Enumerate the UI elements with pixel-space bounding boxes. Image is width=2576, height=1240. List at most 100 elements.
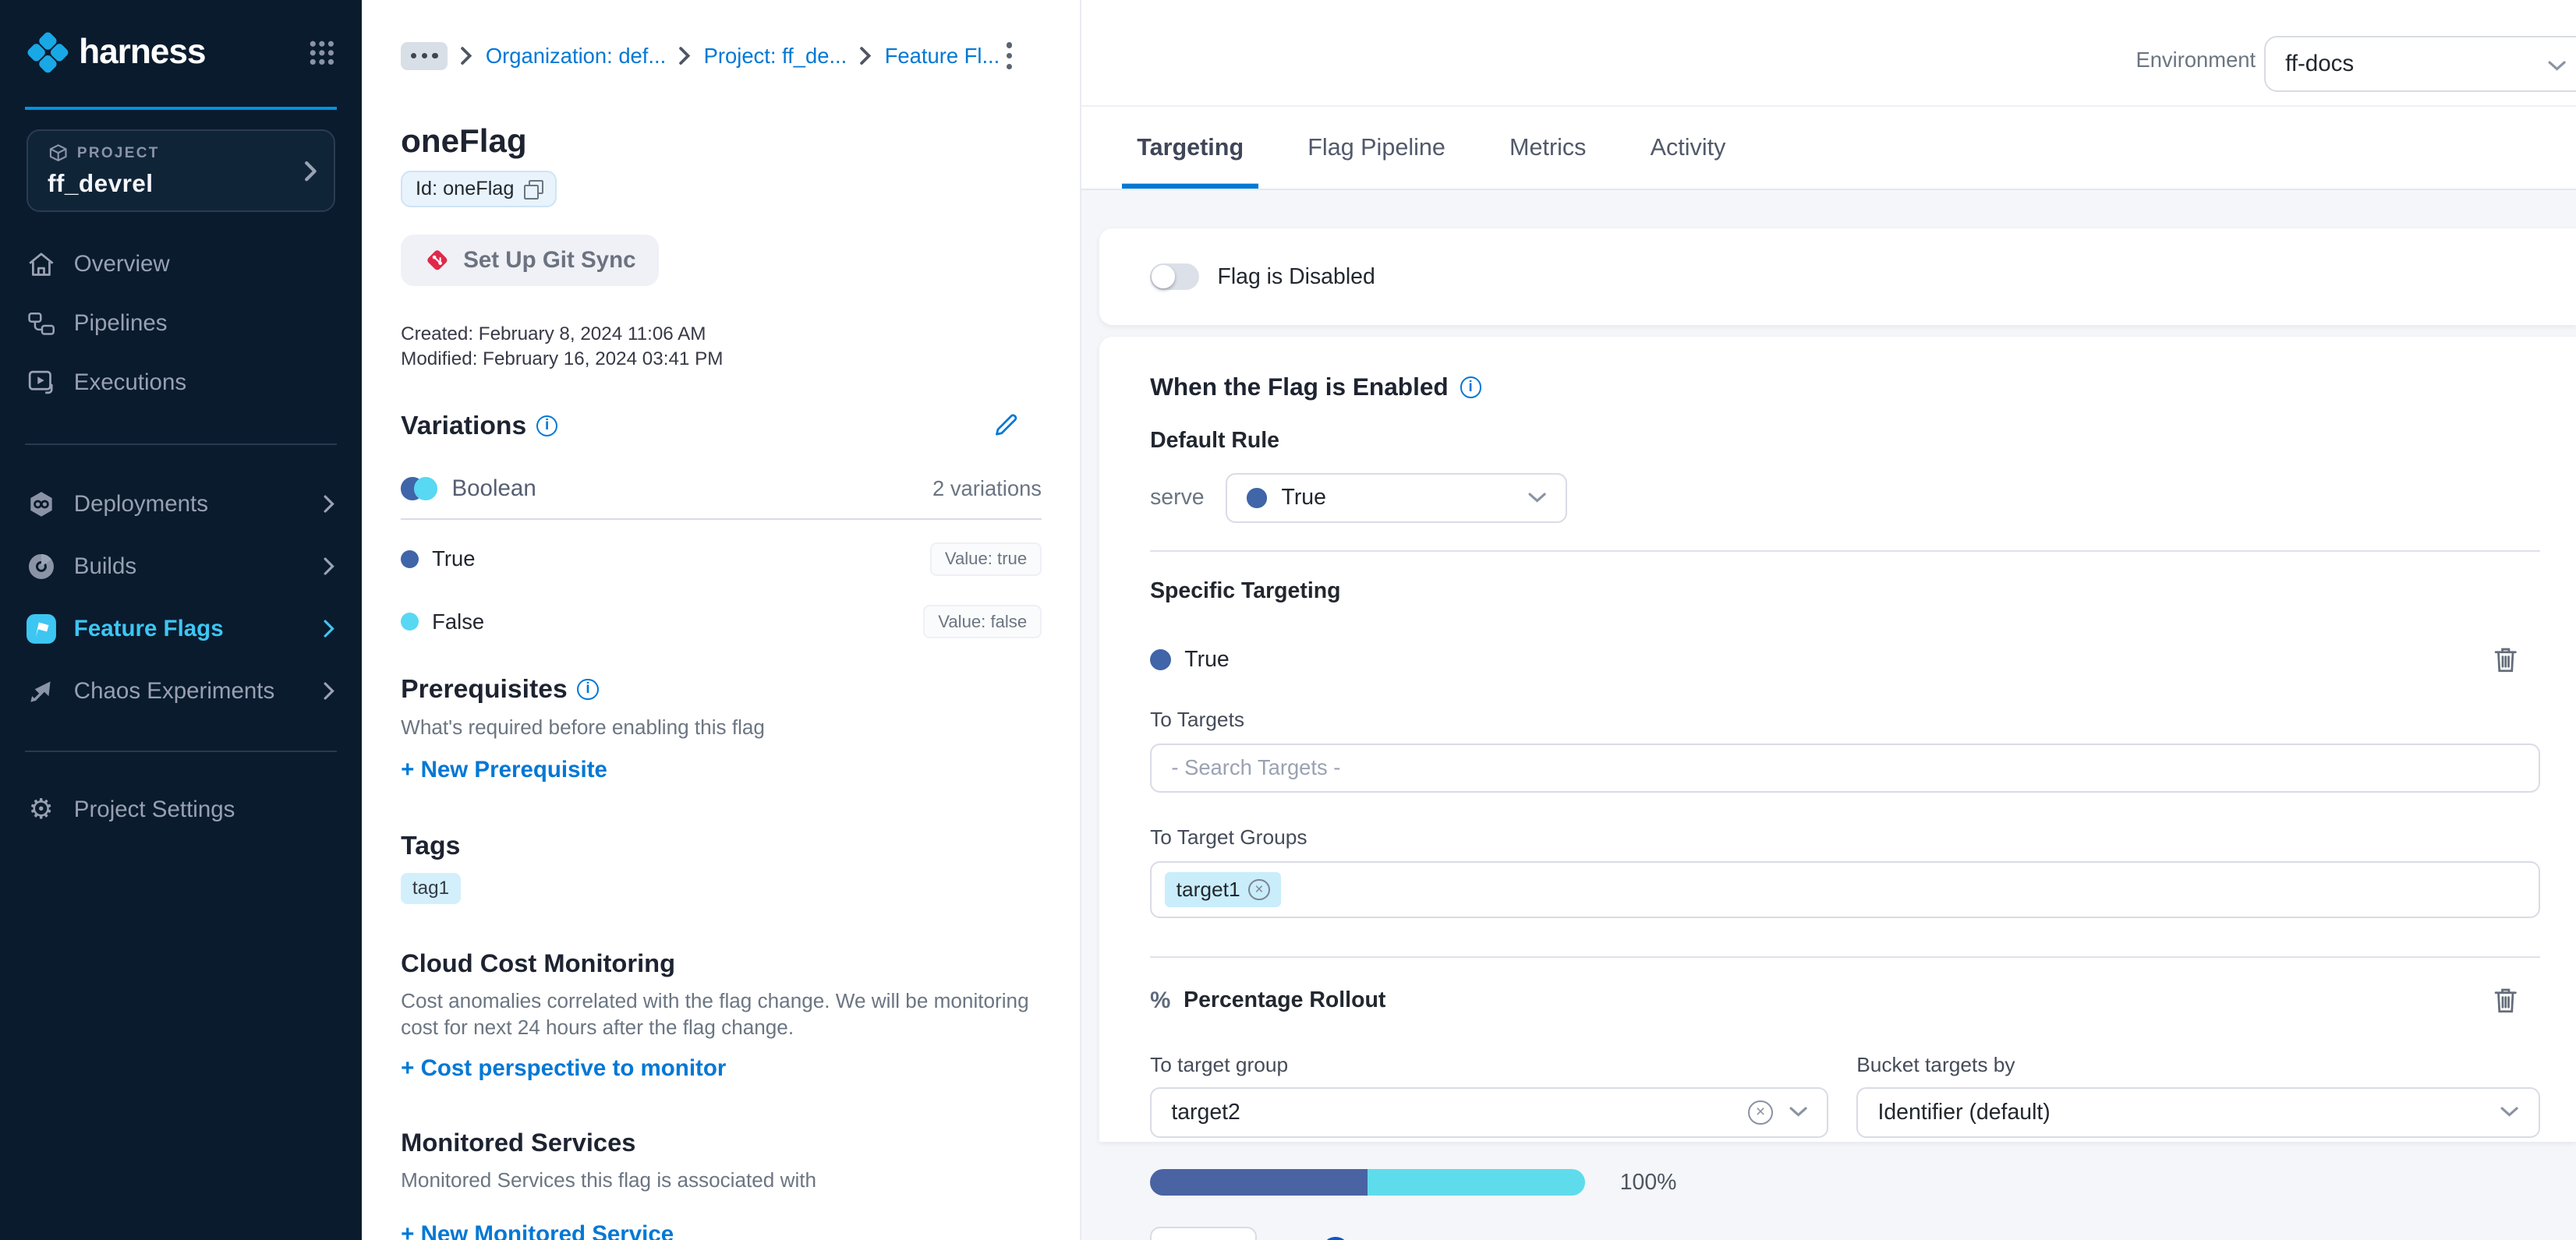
rule-variation-name: True xyxy=(1184,647,1229,673)
builds-icon xyxy=(27,552,56,581)
new-prerequisite-button[interactable]: + New Prerequisite xyxy=(401,757,1042,783)
variation-row-true: True Value: true xyxy=(401,541,1042,577)
info-icon[interactable] xyxy=(536,415,557,436)
target-groups-input[interactable]: target1 × xyxy=(1150,861,2540,919)
chevron-down-icon xyxy=(1789,1107,1807,1118)
variation-value-badge: Value: false xyxy=(923,605,1042,638)
page-title: oneFlag xyxy=(401,120,1042,163)
sidebar-item-label: Project Settings xyxy=(74,797,335,823)
tab-metrics[interactable]: Metrics xyxy=(1495,107,1601,189)
default-serve-select[interactable]: True xyxy=(1226,473,1567,522)
breadcrumb-ellipsis-button[interactable] xyxy=(401,42,448,70)
bucket-targets-select[interactable]: Identifier (default) xyxy=(1856,1087,2540,1138)
sidebar-item-overview[interactable]: Overview xyxy=(0,235,362,294)
flag-details-panel: Organization: def... Project: ff_de... F… xyxy=(362,0,1081,1240)
variation-true-dot xyxy=(401,550,419,568)
targets-search-input[interactable] xyxy=(1150,744,2540,793)
sidebar-divider xyxy=(25,443,337,445)
bucket-targets-label: Bucket targets by xyxy=(1856,1053,2015,1077)
flag-id-text: Id: oneFlag xyxy=(416,178,514,200)
pencil-icon xyxy=(993,412,1019,439)
chevron-down-icon xyxy=(1528,493,1546,504)
environment-value: ff-docs xyxy=(2285,51,2354,77)
sidebar-item-executions[interactable]: Executions xyxy=(0,353,362,412)
sidebar-item-label: Feature Flags xyxy=(74,616,306,642)
divider xyxy=(1150,550,2540,552)
percentage-rollout-row: % Percentage Rollout xyxy=(1150,986,2540,1016)
sidebar-item-label: Pipelines xyxy=(74,310,335,337)
serve-value: True xyxy=(1282,485,1326,510)
sidebar-item-pipelines[interactable]: Pipelines xyxy=(0,294,362,353)
environment-select[interactable]: ff-docs xyxy=(2264,36,2576,92)
rollout-bar-row: 100% xyxy=(1150,1169,2540,1196)
app-grid-icon[interactable] xyxy=(309,40,335,66)
chevron-right-icon xyxy=(304,161,317,182)
feature-flags-icon xyxy=(27,614,56,644)
variation-count: 2 variations xyxy=(932,476,1042,501)
logo-text: harness xyxy=(79,33,205,72)
variation-true-dot xyxy=(1150,649,1171,670)
enabled-heading: When the Flag is Enabled xyxy=(1150,373,2540,401)
rollout-true-dot xyxy=(1322,1237,1349,1240)
prerequisites-heading: Prerequisites xyxy=(401,674,1042,705)
default-rule-row: serve True xyxy=(1150,473,2540,522)
breadcrumb-project-link[interactable]: Project: ff_de... xyxy=(704,44,847,69)
rollout-weight-variation: True xyxy=(1361,1237,1405,1240)
sidebar-modules: Deployments Builds Feature Flags xyxy=(0,473,362,722)
trash-icon xyxy=(2494,647,2518,673)
sidebar-item-label: Executions xyxy=(74,369,335,396)
edit-variations-button[interactable] xyxy=(993,412,1019,439)
remove-chip-icon[interactable]: × xyxy=(1248,879,1269,900)
rollout-weight-row: % True xyxy=(1150,1227,2540,1240)
git-icon xyxy=(424,247,451,274)
tab-flag-pipeline[interactable]: Flag Pipeline xyxy=(1293,107,1460,189)
set-up-git-sync-button[interactable]: Set Up Git Sync xyxy=(401,235,659,285)
breadcrumb-feature-flags-link[interactable]: Feature Fl... xyxy=(885,44,1000,69)
sidebar-nav: Overview Pipelines Executions xyxy=(0,235,362,412)
percent-icon: % xyxy=(1150,987,1170,1014)
sidebar-item-chaos-experiments[interactable]: Chaos Experiments xyxy=(0,660,362,722)
monitored-services-heading: Monitored Services xyxy=(401,1128,1042,1157)
chevron-down-icon xyxy=(2548,61,2566,72)
default-rule-label: Default Rule xyxy=(1150,428,2540,454)
sidebar-item-builds[interactable]: Builds xyxy=(0,535,362,598)
flag-enabled-toggle[interactable] xyxy=(1150,263,1199,290)
delete-rule-button[interactable] xyxy=(2494,647,2518,673)
copy-icon[interactable] xyxy=(524,180,542,198)
divider xyxy=(401,518,1042,520)
sidebar-item-project-settings[interactable]: ⚙ Project Settings xyxy=(0,780,362,839)
flag-options-kebab-button[interactable] xyxy=(1000,39,1018,72)
sidebar-item-feature-flags[interactable]: Feature Flags xyxy=(0,598,362,660)
sidebar-item-label: Builds xyxy=(74,553,306,580)
harness-logo-icon xyxy=(27,31,69,74)
project-label: PROJECT xyxy=(77,145,160,162)
rollout-weight-input[interactable] xyxy=(1150,1227,1257,1240)
cost-perspective-button[interactable]: + Cost perspective to monitor xyxy=(401,1055,1042,1082)
tab-activity[interactable]: Activity xyxy=(1636,107,1741,189)
new-monitored-service-button[interactable]: + New Monitored Service xyxy=(401,1221,1042,1240)
tag-chip[interactable]: tag1 xyxy=(401,873,461,904)
delete-rollout-button[interactable] xyxy=(2494,987,2518,1014)
info-icon[interactable] xyxy=(1460,376,1481,397)
cloud-cost-description: Cost anomalies correlated with the flag … xyxy=(401,988,1042,1040)
percentage-rollout-heading: Percentage Rollout xyxy=(1184,987,1385,1013)
target-group-chip: target1 × xyxy=(1165,872,1281,906)
chevron-right-icon xyxy=(461,47,472,65)
info-icon[interactable] xyxy=(577,679,598,700)
to-targets-label: To Targets xyxy=(1150,708,2540,732)
project-selector[interactable]: PROJECT ff_devrel xyxy=(27,129,335,211)
variation-type-row: Boolean 2 variations xyxy=(401,475,1042,502)
chevron-right-icon xyxy=(324,557,335,575)
clear-selection-icon[interactable]: × xyxy=(1748,1100,1773,1125)
rollout-target-group-label: To target group xyxy=(1150,1053,1856,1077)
created-timestamp: Created: February 8, 2024 11:06 AM xyxy=(401,322,1042,347)
chevron-right-icon xyxy=(860,47,872,65)
gear-icon: ⚙ xyxy=(27,795,56,825)
monitored-services-description: Monitored Services this flag is associat… xyxy=(401,1168,1042,1194)
breadcrumb-organization-link[interactable]: Organization: def... xyxy=(486,44,666,69)
sidebar-accent-line xyxy=(25,107,337,110)
tab-targeting[interactable]: Targeting xyxy=(1122,107,1258,189)
rollout-target-group-select[interactable]: target2 × xyxy=(1150,1087,1828,1138)
specific-targeting-heading: Specific Targeting xyxy=(1150,578,2540,604)
sidebar-item-deployments[interactable]: Deployments xyxy=(0,473,362,535)
